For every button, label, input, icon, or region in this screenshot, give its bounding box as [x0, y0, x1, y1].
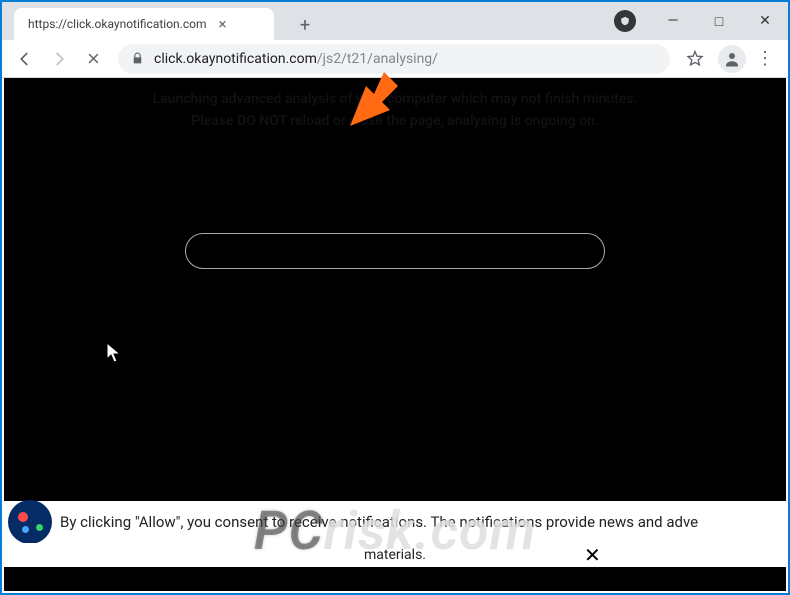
close-tab-icon[interactable]: ×: [214, 16, 230, 32]
close-icon[interactable]: ✕: [584, 543, 601, 567]
progress-bar: [185, 233, 605, 269]
profile-button[interactable]: [718, 45, 746, 73]
notification-icon: [8, 500, 52, 544]
close-window-button[interactable]: ✕: [742, 2, 788, 40]
browser-window: https://click.okaynotification.com × + —…: [0, 0, 790, 595]
bottom-strip: materials. ✕: [4, 543, 786, 567]
menu-button[interactable]: ⋮: [750, 44, 780, 74]
new-tab-button[interactable]: +: [292, 12, 318, 38]
lock-icon: [130, 52, 144, 66]
hidden-line-2: Please DO NOT reload or close the page, …: [124, 110, 666, 132]
maximize-button[interactable]: □: [696, 2, 742, 40]
consent-bar: By clicking "Allow", you consent to rece…: [4, 501, 786, 543]
hidden-line-1: Launching advanced analysis of your comp…: [124, 88, 666, 110]
toolbar: click.okaynotification.com/js2/t21/analy…: [2, 40, 788, 78]
stop-reload-button[interactable]: [78, 44, 108, 74]
bottom-strip-text: materials.: [364, 547, 426, 563]
forward-button[interactable]: [44, 44, 74, 74]
url-host: click.okaynotification.com: [154, 51, 317, 67]
titlebar: https://click.okaynotification.com × + —…: [2, 2, 788, 40]
back-button[interactable]: [10, 44, 40, 74]
url-text: click.okaynotification.com/js2/t21/analy…: [154, 51, 658, 67]
consent-text: By clicking "Allow", you consent to rece…: [60, 513, 698, 531]
incognito-icon[interactable]: [614, 10, 636, 32]
tab-title: https://click.okaynotification.com: [28, 17, 206, 31]
url-path: /js2/t21/analysing/: [317, 51, 438, 67]
browser-tab[interactable]: https://click.okaynotification.com ×: [14, 8, 274, 40]
minimize-button[interactable]: —: [650, 2, 696, 40]
hidden-message: Launching advanced analysis of your comp…: [124, 88, 666, 132]
address-bar[interactable]: click.okaynotification.com/js2/t21/analy…: [118, 44, 670, 74]
bookmark-button[interactable]: [680, 44, 710, 74]
window-controls: — □ ✕: [650, 2, 788, 40]
